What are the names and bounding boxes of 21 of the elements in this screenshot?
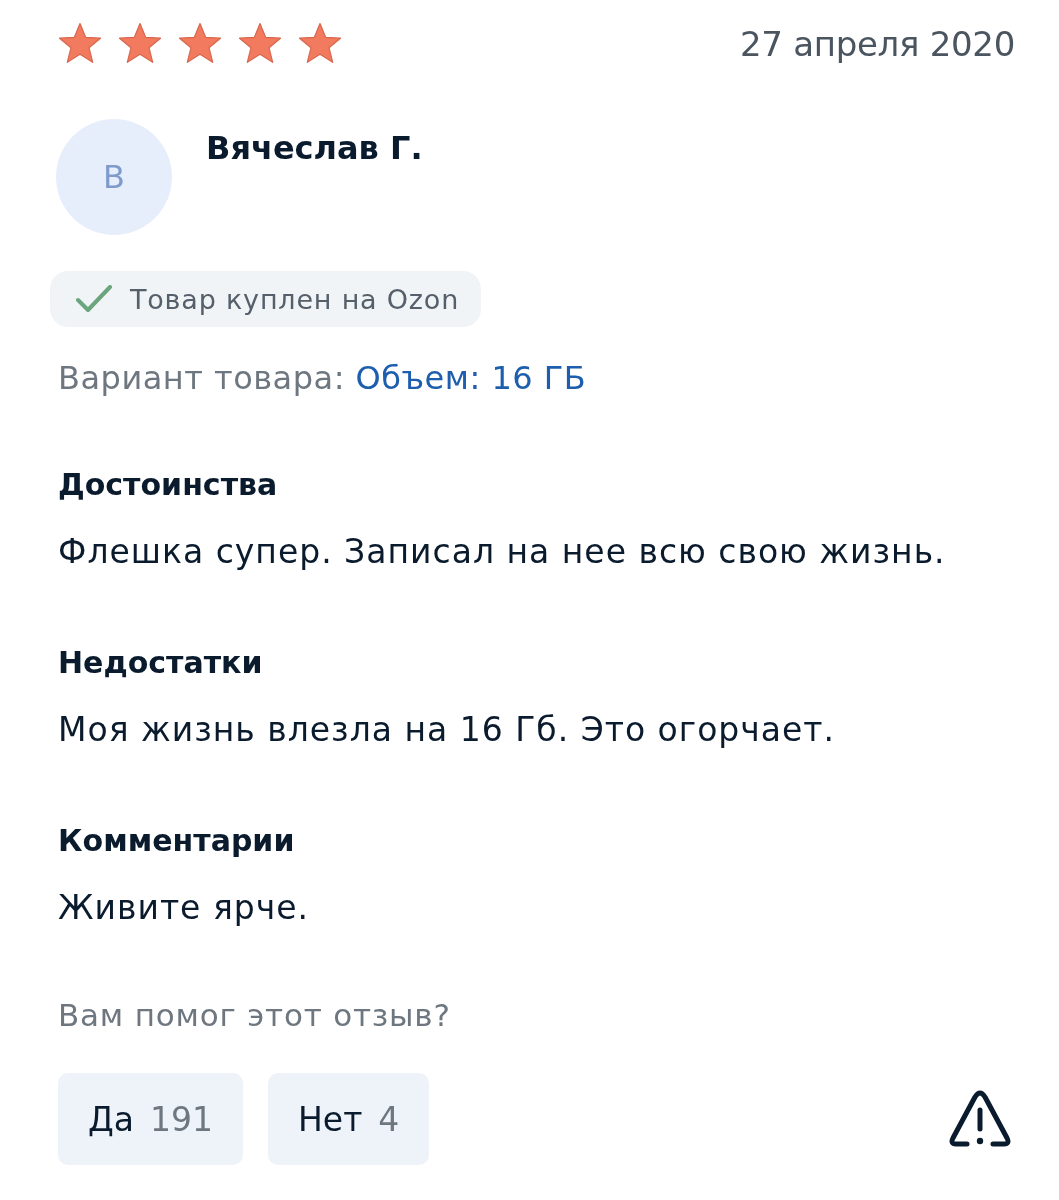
star-icon xyxy=(178,22,222,65)
helpful-question: Вам помог этот отзыв? xyxy=(58,997,452,1033)
vote-button[interactable]: Нет 4 xyxy=(268,1073,430,1165)
check-icon xyxy=(76,285,112,313)
star-icon xyxy=(58,22,102,65)
review-date: 27 апреля 2020 xyxy=(740,23,1015,64)
variant-line: Вариант товара: Объем: 16 ГБ xyxy=(58,359,588,397)
avatar: В xyxy=(56,119,172,235)
star-icon xyxy=(118,22,162,65)
section-title: Достоинства xyxy=(58,467,279,502)
section-text: Флешка супер. Записал на нее всю свою жизнь. xyxy=(58,532,947,571)
author-name: Вячеслав Г. xyxy=(206,129,423,167)
star-icon xyxy=(238,22,282,65)
section-title: Недостатки xyxy=(58,645,264,680)
vote-button[interactable]: Да 191 xyxy=(58,1073,243,1165)
section-text: Живите ярче. xyxy=(58,888,310,927)
warning-icon[interactable] xyxy=(947,1089,1013,1149)
section-text: Моя жизнь влезла на 16 Гб. Это огорчает. xyxy=(58,710,836,749)
badge-text: Товар куплен на Ozon xyxy=(130,283,460,315)
section-title: Комментарии xyxy=(58,823,296,858)
star-icon xyxy=(298,22,342,65)
